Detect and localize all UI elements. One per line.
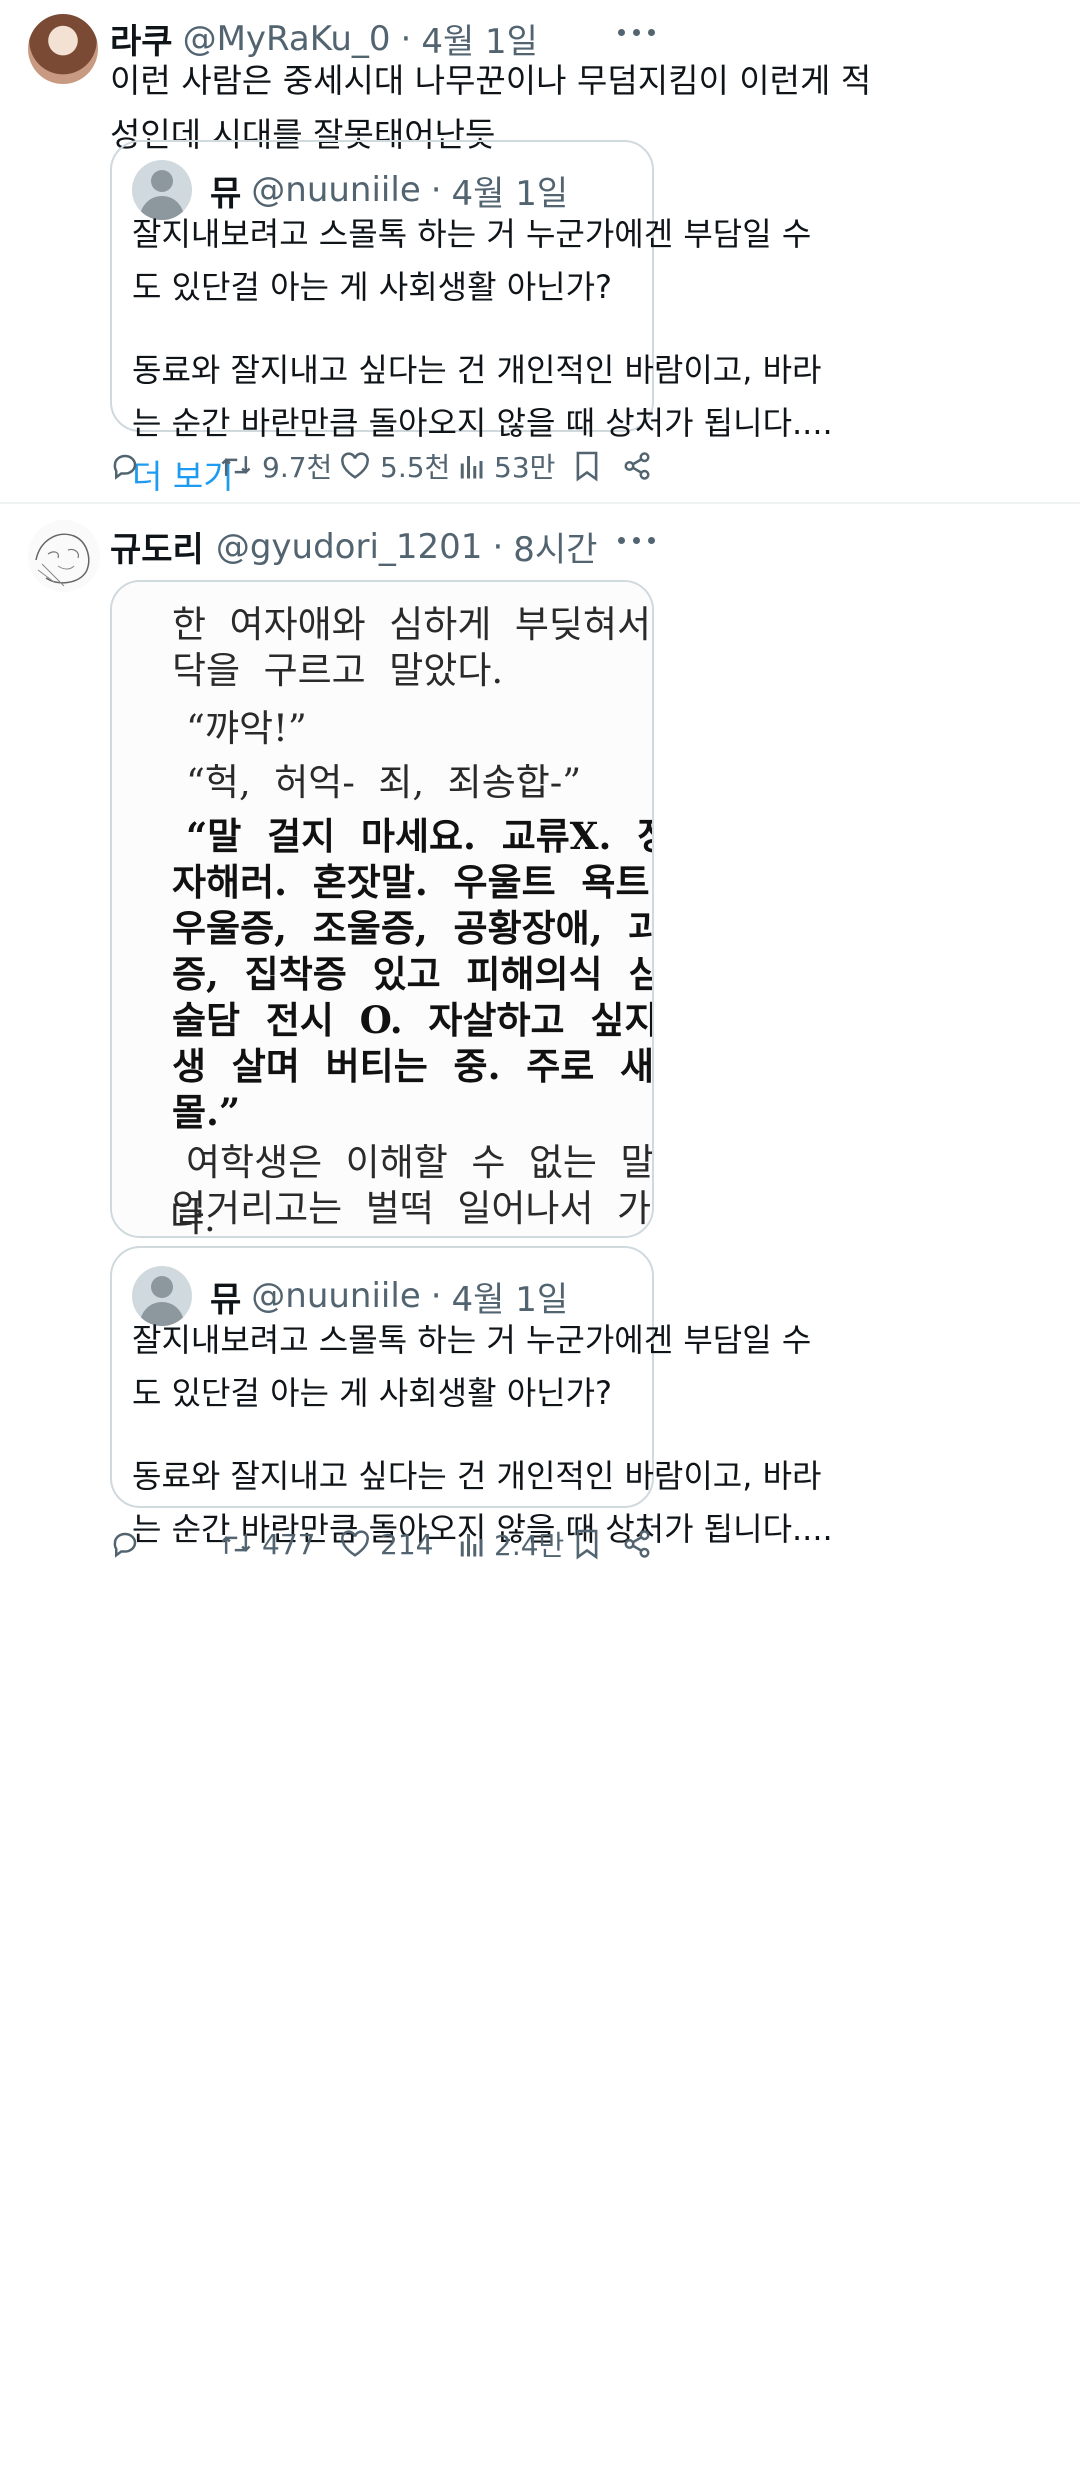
- page-line: 다.: [170, 1197, 216, 1240]
- handle[interactable]: @gyudori_1201: [216, 527, 483, 567]
- reply-icon: [113, 454, 137, 480]
- tweet-header: 규도리 @gyudori_1201 · 8시간: [110, 522, 597, 571]
- bookmark-button[interactable]: [574, 1514, 600, 1574]
- heart-icon: [341, 452, 369, 479]
- quoted-handle: @nuuniile: [251, 1276, 421, 1316]
- like-count: 214: [380, 1527, 434, 1561]
- share-icon: [624, 452, 650, 480]
- reply-button[interactable]: [110, 1514, 140, 1574]
- quoted-tweet[interactable]: 뮤 @nuuniile · 4월 1일 잘지내보려고 스몰톡 하는 거 누군가에…: [110, 1246, 833, 1548]
- bookmark-button[interactable]: [574, 436, 600, 496]
- separator-dot: ·: [430, 170, 442, 210]
- share-icon: [624, 1530, 650, 1558]
- divider: [0, 502, 1080, 504]
- views-button[interactable]: 53만: [458, 436, 555, 496]
- separator-dot: ·: [400, 18, 412, 59]
- heart-icon: [341, 1530, 369, 1557]
- quoted-text-line: 도 있단걸 아는 게 사회생활 아닌가?: [132, 268, 613, 306]
- share-button[interactable]: [622, 436, 652, 496]
- separator-dot: ·: [492, 526, 504, 567]
- separator-dot: ·: [430, 1276, 442, 1316]
- more-icon[interactable]: [606, 520, 666, 560]
- reply-button[interactable]: [110, 436, 140, 496]
- retweet-count: 477: [262, 1527, 316, 1561]
- quoted-tweet[interactable]: 뮤 @nuuniile · 4월 1일 잘지내보려고 스몰톡 하는 거 누군가에…: [110, 140, 833, 496]
- timestamp[interactable]: 8시간: [513, 522, 597, 571]
- quoted-text-line: 동료와 잘지내고 싶다는 건 개인적인 바람이고, 바라: [132, 351, 822, 389]
- page-line: 닥을 구르고 말았다.: [172, 649, 504, 692]
- action-bar: 9.7천 5.5천 53만: [0, 436, 1080, 496]
- quoted-handle: @nuuniile: [251, 170, 421, 210]
- tweet-text-line: 이런 사람은 중세시대 나무꾼이나 무덤지킴이 이런게 적: [110, 61, 872, 100]
- sketch-avatar-icon: [35, 533, 90, 587]
- bookmark-icon: [576, 1529, 598, 1560]
- action-bar: 477 214 2.4만: [0, 1514, 1080, 1574]
- page-line: 얼거리고는 벌떡 일어나서 가 버렸: [172, 1187, 652, 1230]
- avatar[interactable]: [28, 14, 98, 84]
- more-icon[interactable]: [606, 12, 666, 52]
- page-line: 생 살며 버티는 중. 주로 새벽에 출: [172, 1044, 652, 1088]
- retweet-icon: [221, 1534, 251, 1554]
- quoted-text-line: 도 있단걸 아는 게 사회생활 아닌가?: [132, 1374, 613, 1412]
- views-count: 53만: [494, 451, 556, 484]
- quoted-text-line: 잘지내보려고 스몰톡 하는 거 누군가에겐 부담일 수: [132, 1321, 812, 1359]
- bar-chart-icon: [460, 1534, 483, 1557]
- like-button[interactable]: 5.5천: [340, 436, 450, 496]
- handle[interactable]: @MyRaKu_0: [183, 19, 391, 59]
- retweet-count: 9.7천: [262, 451, 333, 484]
- display-name[interactable]: 규도리: [110, 522, 204, 571]
- like-count: 5.5천: [380, 451, 451, 484]
- page-line: “꺄악!”: [186, 707, 307, 750]
- book-page-image: 한 여자애와 심하게 부딪혀서는 바 닥을 구르고 말았다. “꺄악!” “헉,…: [112, 582, 652, 1236]
- bar-chart-icon: [460, 456, 483, 479]
- share-button[interactable]: [622, 1514, 652, 1574]
- bookmark-icon: [576, 451, 598, 482]
- avatar[interactable]: [28, 520, 100, 592]
- retweet-button[interactable]: 477: [220, 1514, 315, 1574]
- attached-image[interactable]: 한 여자애와 심하게 부딪혀서는 바 닥을 구르고 말았다. “꺄악!” “헉,…: [110, 580, 654, 1238]
- views-button[interactable]: 2.4만: [458, 1514, 564, 1574]
- quoted-text-line: 동료와 잘지내고 싶다는 건 개인적인 바람이고, 바라: [132, 1457, 822, 1495]
- views-count: 2.4만: [494, 1529, 565, 1562]
- page-line: “헉, 허억- 죄, 죄송합-”: [186, 761, 582, 804]
- retweet-icon: [221, 456, 251, 476]
- like-button[interactable]: 214: [340, 1514, 433, 1574]
- reply-icon: [113, 1532, 137, 1558]
- quoted-text-line: 잘지내보려고 스몰톡 하는 거 누군가에겐 부담일 수: [132, 215, 812, 253]
- page-line: 몰.”: [172, 1090, 241, 1134]
- retweet-button[interactable]: 9.7천: [220, 436, 332, 496]
